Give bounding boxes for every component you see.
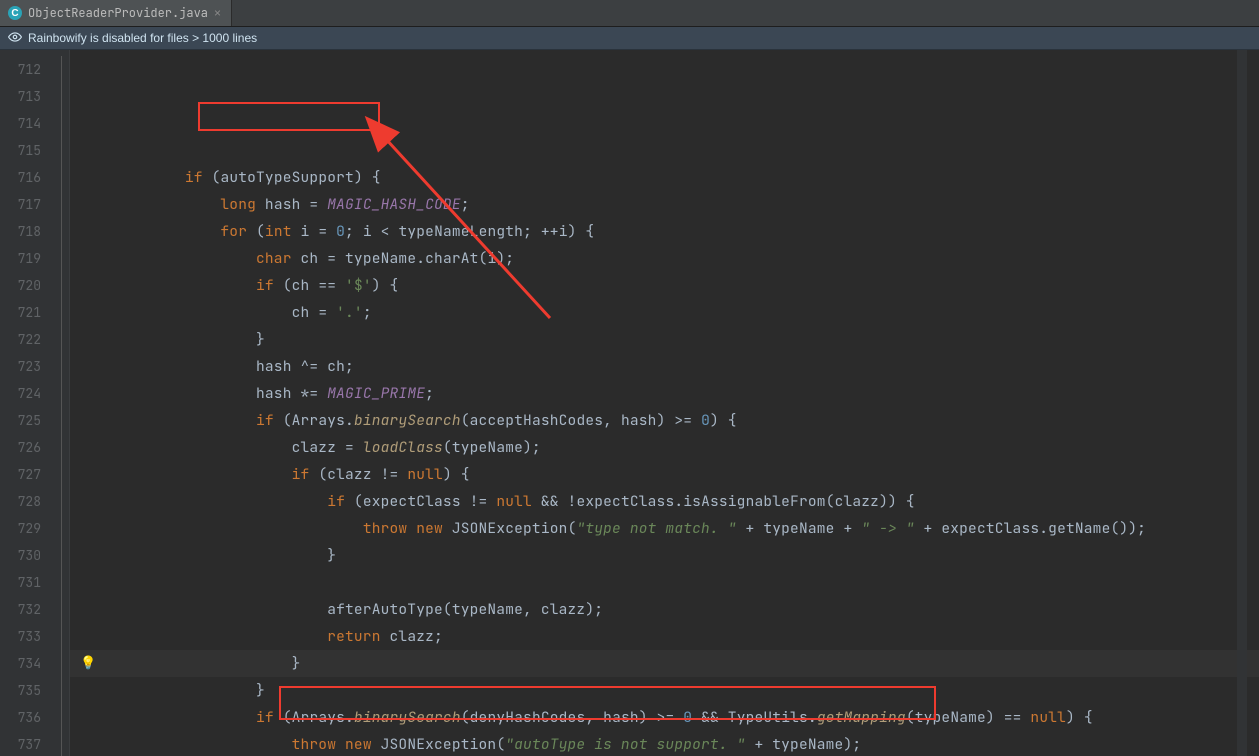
code-line[interactable]: char ch = typeName.charAt(i);: [70, 245, 1259, 272]
code-line[interactable]: hash ^= ch;: [70, 353, 1259, 380]
line-number: 720: [0, 272, 41, 299]
right-scroll-strip[interactable]: [1237, 50, 1247, 756]
line-number: 727: [0, 461, 41, 488]
fold-line: [61, 56, 62, 756]
code-line[interactable]: }: [70, 326, 1259, 353]
code-line[interactable]: if (Arrays.binarySearch(denyHashCodes, h…: [70, 704, 1259, 731]
line-number: 721: [0, 299, 41, 326]
code-line[interactable]: }: [70, 677, 1259, 704]
line-number: 719: [0, 245, 41, 272]
line-number: 726: [0, 434, 41, 461]
close-icon[interactable]: ×: [214, 6, 221, 20]
eye-icon: [8, 30, 22, 47]
line-number: 737: [0, 731, 41, 756]
line-number: 718: [0, 218, 41, 245]
code-line[interactable]: if (Arrays.binarySearch(acceptHashCodes,…: [70, 407, 1259, 434]
line-number: 732: [0, 596, 41, 623]
line-number: 715: [0, 137, 41, 164]
line-number-gutter: 7127137147157167177187197207217227237247…: [0, 50, 55, 756]
code-line[interactable]: if (clazz != null) {: [70, 461, 1259, 488]
code-line[interactable]: afterAutoType(typeName, clazz);: [70, 596, 1259, 623]
class-icon: C: [8, 6, 22, 20]
code-line[interactable]: ch = '.';: [70, 299, 1259, 326]
code-line[interactable]: return clazz;: [70, 623, 1259, 650]
code-line[interactable]: }: [70, 542, 1259, 569]
code-line[interactable]: hash *= MAGIC_PRIME;: [70, 380, 1259, 407]
code-line[interactable]: throw new JSONException("type not match.…: [70, 515, 1259, 542]
line-number: 714: [0, 110, 41, 137]
code-line[interactable]: if (autoTypeSupport) {: [70, 164, 1259, 191]
code-line[interactable]: if (expectClass != null && !expectClass.…: [70, 488, 1259, 515]
code-line[interactable]: [70, 137, 1259, 164]
line-number: 725: [0, 407, 41, 434]
line-number: 722: [0, 326, 41, 353]
code-area[interactable]: if (autoTypeSupport) { long hash = MAGIC…: [70, 50, 1259, 756]
line-number: 736: [0, 704, 41, 731]
code-line[interactable]: }: [70, 650, 1259, 677]
line-number: 716: [0, 164, 41, 191]
line-number: 734: [0, 650, 41, 677]
code-line[interactable]: long hash = MAGIC_HASH_CODE;: [70, 191, 1259, 218]
editor-tab-bar: C ObjectReaderProvider.java ×: [0, 0, 1259, 27]
code-editor[interactable]: 7127137147157167177187197207217227237247…: [0, 50, 1259, 756]
line-number: 713: [0, 83, 41, 110]
line-number: 735: [0, 677, 41, 704]
line-number: 730: [0, 542, 41, 569]
line-number: 731: [0, 569, 41, 596]
code-line[interactable]: [70, 569, 1259, 596]
notification-text: Rainbowify is disabled for files > 1000 …: [28, 31, 257, 45]
code-line[interactable]: clazz = loadClass(typeName);: [70, 434, 1259, 461]
notification-bar: Rainbowify is disabled for files > 1000 …: [0, 27, 1259, 50]
line-number: 717: [0, 191, 41, 218]
code-line[interactable]: throw new JSONException("autoType is not…: [70, 731, 1259, 756]
line-number: 723: [0, 353, 41, 380]
line-number: 712: [0, 56, 41, 83]
code-line[interactable]: for (int i = 0; i < typeNameLength; ++i)…: [70, 218, 1259, 245]
tab-filename: ObjectReaderProvider.java: [28, 5, 208, 21]
file-tab[interactable]: C ObjectReaderProvider.java ×: [0, 0, 232, 26]
fold-gutter: [55, 50, 70, 756]
line-number: 728: [0, 488, 41, 515]
line-number: 733: [0, 623, 41, 650]
line-number: 724: [0, 380, 41, 407]
line-number: 729: [0, 515, 41, 542]
code-line[interactable]: if (ch == '$') {: [70, 272, 1259, 299]
